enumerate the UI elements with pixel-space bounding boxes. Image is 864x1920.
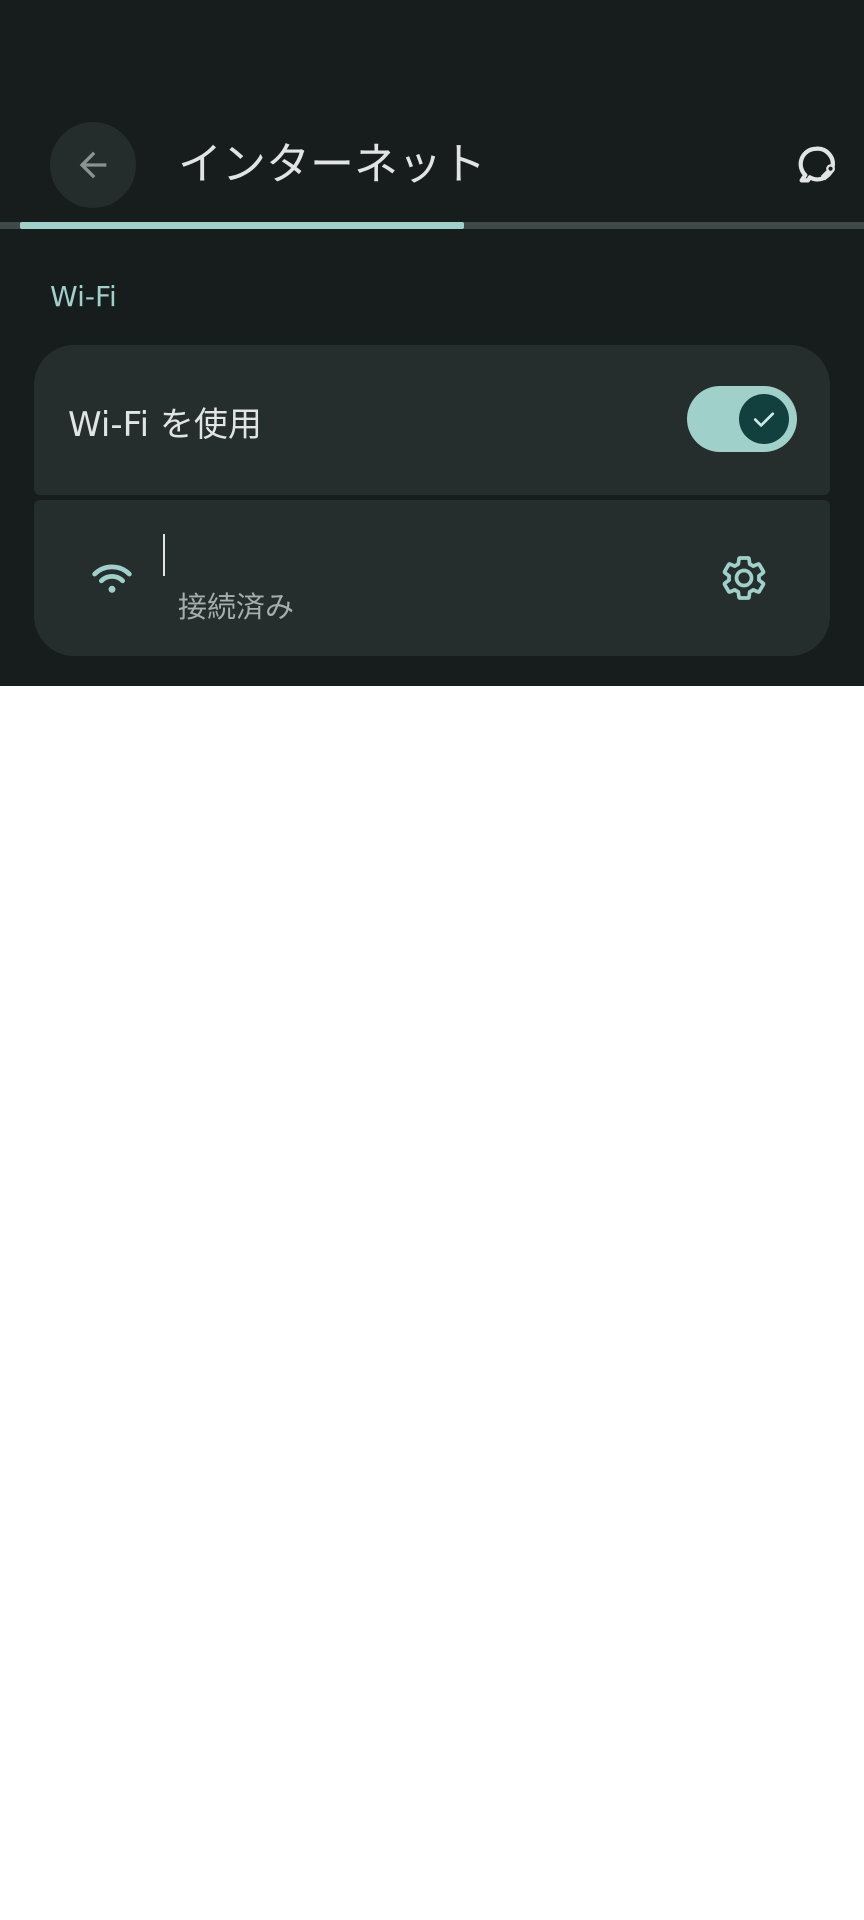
wifi-icon bbox=[92, 564, 132, 593]
wifi-section-label: Wi-Fi bbox=[50, 280, 117, 313]
page-title: インターネット bbox=[178, 139, 486, 190]
app-bar: インターネット bbox=[0, 122, 864, 208]
check-icon bbox=[753, 412, 775, 427]
internet-settings-screen: インターネット Wi-Fi Wi-Fi を使用 接続済み bbox=[0, 0, 864, 686]
help-feedback-icon bbox=[798, 146, 835, 183]
network-status: 接続済み bbox=[178, 590, 295, 624]
loading-progress-indicator bbox=[20, 222, 464, 229]
use-wifi-label: Wi-Fi を使用 bbox=[68, 405, 262, 445]
toggle-thumb bbox=[739, 394, 789, 444]
network-name bbox=[163, 534, 165, 576]
gear-icon bbox=[722, 556, 766, 600]
help-feedback-button[interactable] bbox=[788, 138, 844, 194]
use-wifi-row[interactable]: Wi-Fi を使用 bbox=[34, 345, 830, 495]
arrow-left-icon bbox=[79, 151, 107, 179]
back-button[interactable] bbox=[50, 122, 136, 208]
network-settings-button[interactable] bbox=[712, 546, 776, 610]
use-wifi-toggle[interactable] bbox=[687, 386, 797, 452]
connected-network-row[interactable]: 接続済み bbox=[34, 500, 830, 656]
loading-progress-track bbox=[0, 222, 864, 229]
